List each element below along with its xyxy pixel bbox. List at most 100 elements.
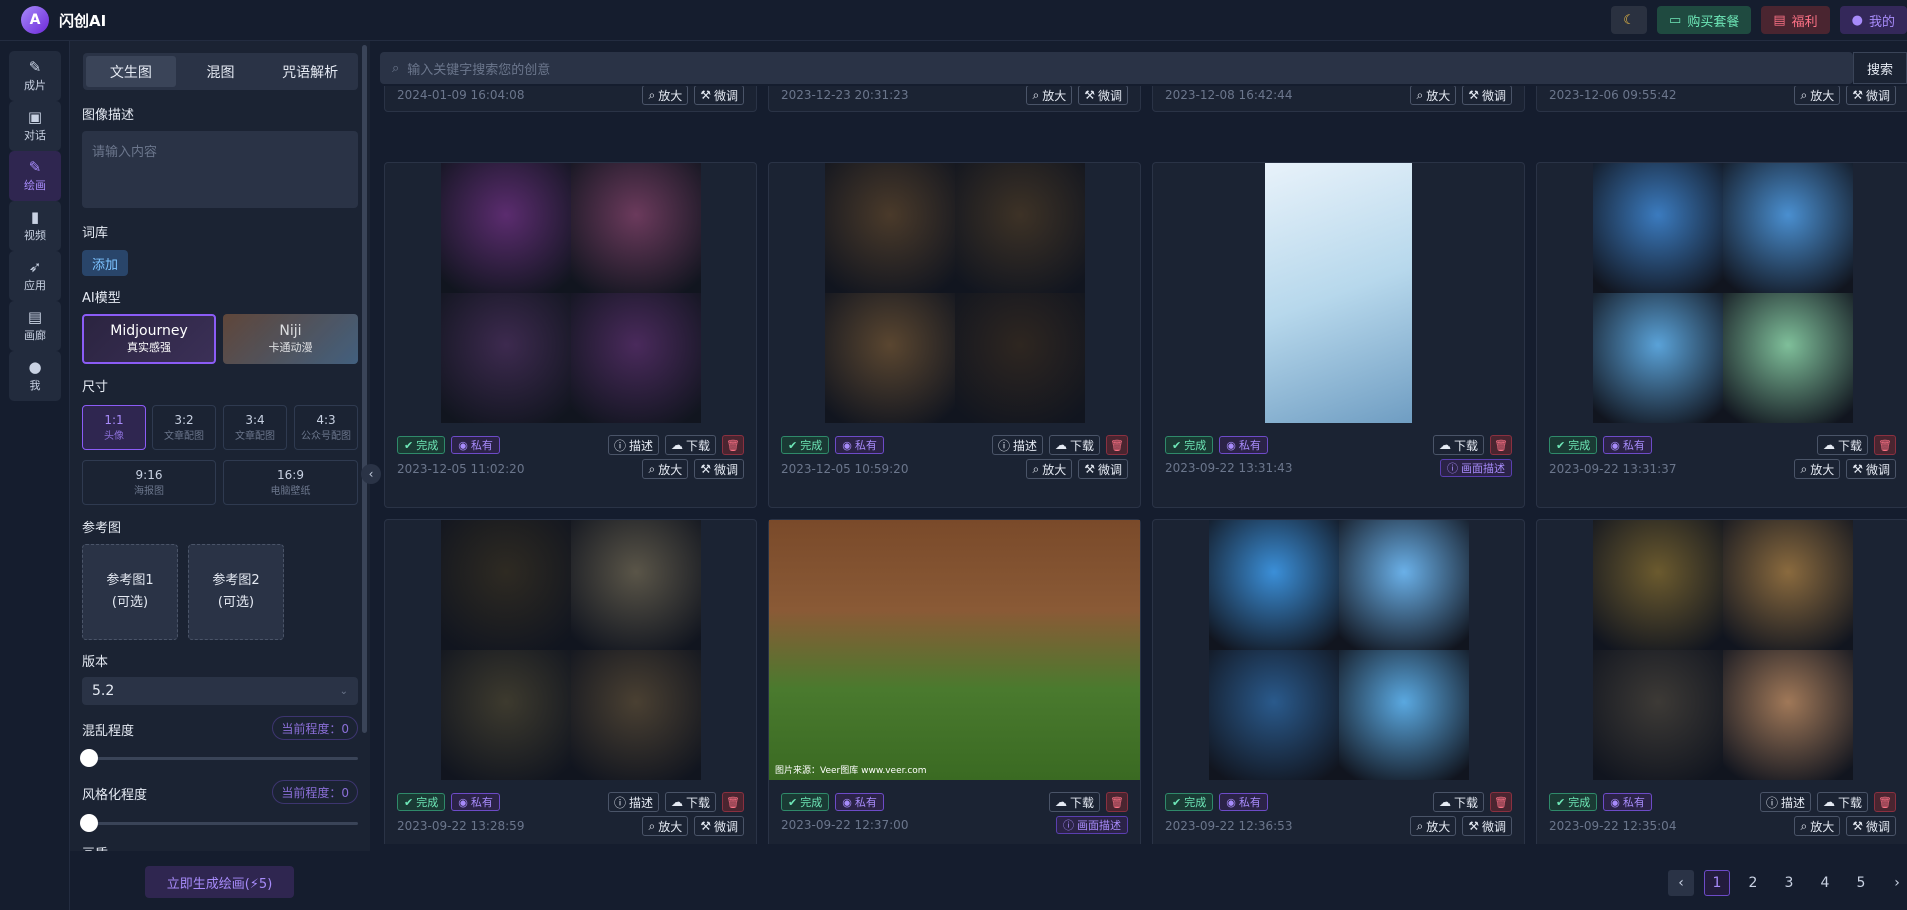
search-button[interactable]: 搜索 [1853,52,1907,84]
zoom-button[interactable]: ⌕ 放大 [1794,816,1841,836]
zoom-button[interactable]: ⌕ 放大 [1794,459,1841,479]
download-button[interactable]: ☁ 下载 [1048,435,1100,455]
download-button[interactable]: ☁ 下载 [1048,792,1100,812]
tweak-button[interactable]: ⚒ 微调 [694,816,744,836]
private-badge[interactable]: ◉ 私有 [1219,793,1268,811]
card-image[interactable] [1153,520,1524,780]
zoom-button[interactable]: ⌕ 放大 [642,86,689,105]
image-quadrant[interactable] [1208,520,1339,650]
nav-wo[interactable]: ● 我 [9,351,61,401]
chaos-slider-handle[interactable] [80,749,98,767]
image-quadrant[interactable] [1338,520,1469,650]
stylize-slider-handle[interactable] [80,814,98,832]
delete-button[interactable]: 🗑 [1106,435,1128,455]
delete-button[interactable]: 🗑 [1106,792,1128,812]
describe-button[interactable]: ⓘ 描述 [607,792,659,812]
tab-prompt-parse[interactable]: 咒语解析 [265,56,355,87]
image-quadrant[interactable] [1592,163,1723,293]
nav-chengpian[interactable]: ✎ 成片 [9,51,61,101]
size-3-2[interactable]: 3:2 文章配图 [152,405,216,450]
describe-button[interactable]: ⓘ 描述 [1759,792,1811,812]
delete-button[interactable]: 🗑 [1874,435,1896,455]
size-4-3[interactable]: 4:3 公众号配图 [294,405,358,450]
image-quadrant[interactable] [1592,650,1723,780]
page-button-1[interactable]: 1 [1704,870,1730,896]
panel-scrollbar[interactable] [362,45,367,733]
paint-description-button[interactable]: ⓘ 画面描述 [1440,459,1512,477]
private-badge[interactable]: ◉ 私有 [451,793,500,811]
zoom-button[interactable]: ⌕ 放大 [1410,86,1457,105]
tweak-button[interactable]: ⚒ 微调 [1078,86,1128,105]
card-image[interactable]: 图片来源：Veer图库 www.veer.com [769,520,1140,780]
image-quadrant[interactable] [1208,650,1339,780]
tweak-button[interactable]: ⚒ 微调 [1846,459,1896,479]
size-3-4[interactable]: 3:4 文章配图 [223,405,287,450]
collapse-panel-button[interactable]: ‹ [361,464,381,484]
stylize-slider[interactable] [80,814,358,832]
tweak-button[interactable]: ⚒ 微调 [1846,816,1896,836]
tab-text-to-image[interactable]: 文生图 [86,56,176,87]
delete-button[interactable]: 🗑 [1490,792,1512,812]
image-quadrant[interactable] [440,650,571,780]
zoom-button[interactable]: ⌕ 放大 [1410,816,1457,836]
page-button-5[interactable]: 5 [1848,870,1874,896]
download-button[interactable]: ☁ 下载 [664,435,716,455]
private-badge[interactable]: ◉ 私有 [1603,436,1652,454]
download-button[interactable]: ☁ 下载 [1432,435,1484,455]
delete-button[interactable]: 🗑 [1490,435,1512,455]
model-midjourney[interactable]: Midjourney 真实感强 [82,314,216,364]
image-quadrant[interactable] [570,650,701,780]
delete-button[interactable]: 🗑 [1874,792,1896,812]
app-logo[interactable]: A [21,6,49,34]
nav-yingyong[interactable]: ➶ 应用 [9,251,61,301]
tweak-button[interactable]: ⚒ 微调 [1078,459,1128,479]
private-badge[interactable]: ◉ 私有 [835,436,884,454]
tab-blend[interactable]: 混图 [176,56,266,87]
image-quadrant[interactable] [440,293,571,423]
download-button[interactable]: ☁ 下载 [1816,792,1868,812]
private-badge[interactable]: ◉ 私有 [451,436,500,454]
image-quadrant[interactable] [570,163,701,293]
private-badge[interactable]: ◉ 私有 [1219,436,1268,454]
profile-button[interactable]: ● 我的 [1839,6,1907,34]
image-quadrant[interactable] [570,520,701,650]
zoom-button[interactable]: ⌕ 放大 [1026,86,1073,105]
page-button-2[interactable]: 2 [1740,870,1766,896]
card-image[interactable] [385,520,756,780]
image-quadrant[interactable] [954,293,1085,423]
image-quadrant[interactable] [1338,650,1469,780]
zoom-button[interactable]: ⌕ 放大 [642,816,689,836]
size-16-9[interactable]: 16:9 电脑壁纸 [223,460,358,505]
zoom-button[interactable]: ⌕ 放大 [642,459,689,479]
reference-image-2[interactable]: 参考图2 (可选) [188,544,284,640]
image-quadrant[interactable] [1592,520,1723,650]
image-quadrant[interactable] [1722,163,1853,293]
download-button[interactable]: ☁ 下载 [1816,435,1868,455]
private-badge[interactable]: ◉ 私有 [835,793,884,811]
image-quadrant[interactable] [440,520,571,650]
card-image[interactable] [1537,163,1907,423]
describe-button[interactable]: ⓘ 描述 [991,435,1043,455]
tweak-button[interactable]: ⚒ 微调 [1462,816,1512,836]
image-quadrant[interactable] [954,163,1085,293]
search-input[interactable]: ⌕ 输入关键字搜索您的创意 [380,52,1853,84]
nav-hualang[interactable]: ▤ 画廊 [9,301,61,351]
prev-page-button[interactable]: ‹ [1668,870,1694,896]
add-lexicon-button[interactable]: 添加 [82,250,128,276]
paint-description-button[interactable]: ⓘ 画面描述 [1056,816,1128,834]
model-niji[interactable]: Niji 卡通动漫 [223,314,358,364]
theme-toggle-button[interactable]: ☾ [1611,6,1648,34]
chaos-slider[interactable] [80,749,358,767]
describe-button[interactable]: ⓘ 描述 [607,435,659,455]
tweak-button[interactable]: ⚒ 微调 [1462,86,1512,105]
image-quadrant[interactable] [824,163,955,293]
image-quadrant[interactable] [440,163,571,293]
private-badge[interactable]: ◉ 私有 [1603,793,1652,811]
description-input[interactable]: 请输入内容 [82,131,358,208]
download-button[interactable]: ☁ 下载 [1432,792,1484,812]
card-image[interactable] [1537,520,1907,780]
nav-huihua[interactable]: ✎ 绘画 [9,151,61,201]
welfare-button[interactable]: ▤ 福利 [1761,6,1830,34]
page-button-4[interactable]: 4 [1812,870,1838,896]
zoom-button[interactable]: ⌕ 放大 [1026,459,1073,479]
